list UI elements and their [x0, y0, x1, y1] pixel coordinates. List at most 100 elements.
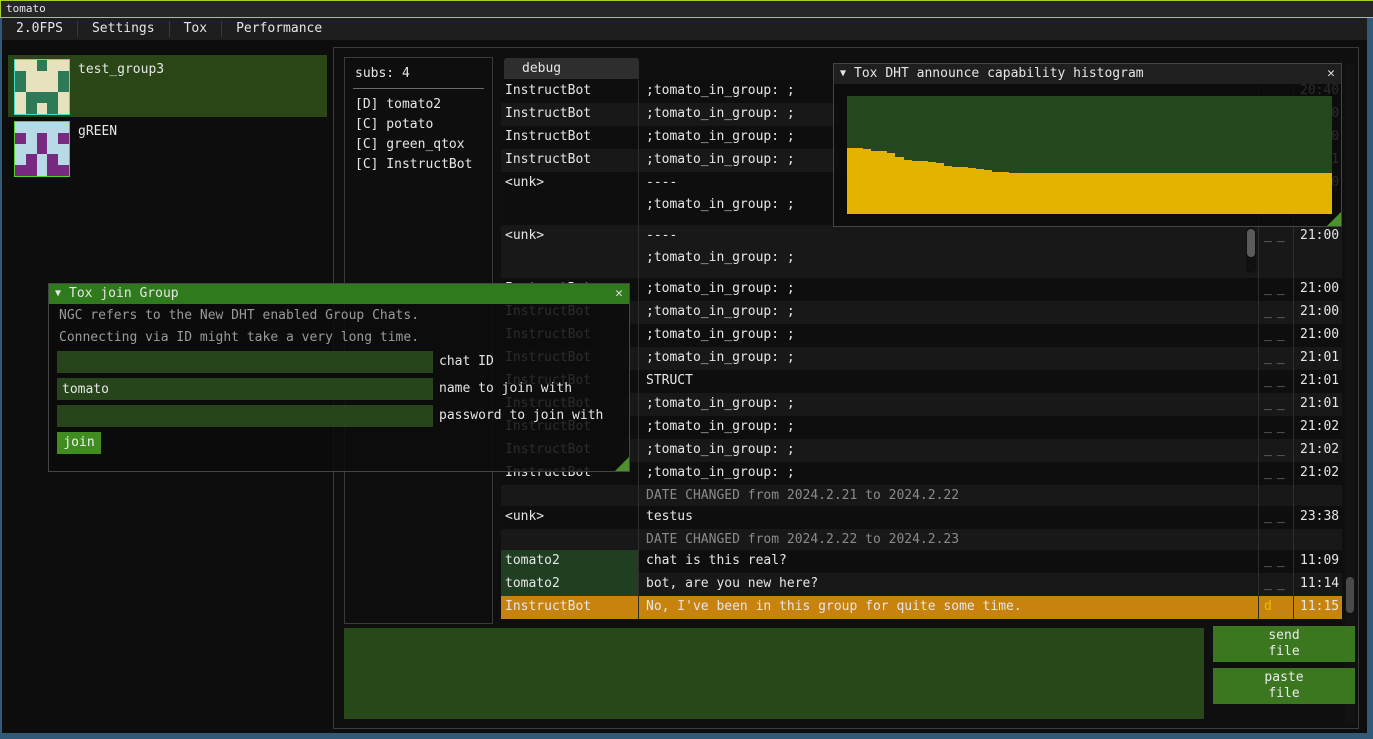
flag: _ [1264, 278, 1272, 301]
flag: _ [1277, 347, 1285, 370]
histogram-bar [1316, 173, 1324, 214]
join-name-input[interactable] [57, 378, 433, 400]
message-scrollbar[interactable] [1246, 227, 1256, 273]
member-item[interactable]: [C] green_qtox [345, 135, 492, 155]
fps-indicator: 2.0FPS [2, 18, 77, 40]
join-password-input[interactable] [57, 405, 433, 427]
message-text: No, I've been in this group for quite so… [638, 596, 1258, 619]
scrollbar-grabber[interactable] [1346, 577, 1354, 613]
avatar-pixel [37, 154, 48, 165]
os-titlebar[interactable]: tomato [0, 0, 1373, 18]
timestamp: 21:01 [1293, 393, 1342, 416]
histogram-bar [1227, 173, 1235, 214]
histogram-bar [855, 148, 863, 214]
histogram-bar [1283, 173, 1291, 214]
sender-name: tomato2 [501, 550, 638, 573]
flag: _ [1264, 324, 1272, 347]
sender-name: InstructBot [501, 80, 638, 103]
window-titlebar[interactable]: ▼ Tox DHT announce capability histogram … [834, 64, 1341, 84]
avatar-pixel [58, 144, 69, 155]
flag: _ [1264, 573, 1272, 596]
table-row[interactable]: tomato2chat is this real?__11:09 [501, 550, 1342, 573]
window-titlebar[interactable]: ▼ Tox join Group ✕ [49, 284, 629, 304]
menu-settings[interactable]: Settings [78, 18, 169, 40]
flag: _ [1277, 550, 1285, 573]
sender-name: InstructBot [501, 103, 638, 126]
flag: _ [1277, 596, 1285, 619]
separator [353, 88, 484, 89]
avatar-pixel [26, 144, 37, 155]
send-file-button[interactable]: send file [1213, 626, 1355, 662]
avatar-pixel [47, 92, 58, 103]
group-item-gREEN[interactable]: gREEN [8, 117, 327, 179]
table-row[interactable]: InstructBotNo, I've been in this group f… [501, 596, 1342, 619]
system-row[interactable]: DATE CHANGED from 2024.2.21 to 2024.2.22 [501, 485, 1342, 506]
avatar-pixel [47, 82, 58, 93]
timestamp: 21:02 [1293, 439, 1342, 462]
menu-tox[interactable]: Tox [170, 18, 221, 40]
avatar-pixel [15, 144, 26, 155]
histogram-bar [984, 170, 992, 214]
histogram-bar [1259, 173, 1267, 214]
table-row[interactable]: tomato2bot, are you new here?__11:14 [501, 573, 1342, 596]
system-row[interactable]: DATE CHANGED from 2024.2.22 to 2024.2.23 [501, 529, 1342, 550]
message-text: STRUCT [638, 370, 1258, 393]
resize-grip[interactable] [615, 457, 629, 471]
histogram-bar [1299, 173, 1307, 214]
histogram-bar [1251, 173, 1259, 214]
dht-capability-histogram [847, 96, 1332, 214]
avatar-pixel [26, 103, 37, 114]
avatar-pixel [37, 103, 48, 114]
group-item-test_group3[interactable]: test_group3 [8, 55, 327, 117]
message-text: ;tomato_in_group: ; [638, 301, 1258, 324]
close-icon[interactable]: ✕ [1327, 64, 1335, 84]
dht-histogram-window: ▼ Tox DHT announce capability histogram … [833, 63, 1342, 227]
avatar-pixel [58, 154, 69, 165]
timestamp: 21:01 [1293, 347, 1342, 370]
message-flags: __ [1258, 347, 1293, 370]
chat-id-input[interactable] [57, 351, 433, 373]
scrollbar-grabber[interactable] [1247, 229, 1255, 257]
flag: _ [1264, 550, 1272, 573]
histogram-bar [1033, 173, 1041, 214]
join-name-label: name to join with [439, 378, 572, 400]
avatar-pixel [26, 71, 37, 82]
tab-debug[interactable]: debug [504, 58, 639, 79]
member-item[interactable]: [D] tomato2 [345, 95, 492, 115]
menu-performance[interactable]: Performance [222, 18, 336, 40]
avatar-pixel [58, 82, 69, 93]
histogram-bar [1049, 173, 1057, 214]
histogram-bar [1267, 173, 1275, 214]
paste-file-button[interactable]: paste file [1213, 668, 1355, 704]
resize-grip[interactable] [1327, 212, 1341, 226]
avatar-pixel [26, 165, 37, 176]
message-text: ;tomato_in_group: ; [638, 278, 1258, 301]
message-input[interactable] [344, 628, 1204, 719]
sender-name [501, 485, 638, 506]
avatar-pixel [37, 144, 48, 155]
sender-name: tomato2 [501, 573, 638, 596]
member-item[interactable]: [C] InstructBot [345, 155, 492, 175]
avatar-pixel [15, 133, 26, 144]
histogram-bar [952, 167, 960, 214]
member-item[interactable]: [C] potato [345, 115, 492, 135]
table-row[interactable]: <unk>---- ;tomato_in_group: ; ----__21:0… [501, 225, 1342, 278]
sender-name [501, 529, 638, 550]
join-button[interactable]: join [57, 432, 101, 454]
histogram-bar [1138, 173, 1146, 214]
message-text: ;tomato_in_group: ; [638, 416, 1258, 439]
histogram-bar [1186, 173, 1194, 214]
timestamp: 21:02 [1293, 416, 1342, 439]
sender-name: InstructBot [501, 149, 638, 172]
sender-name: <unk> [501, 225, 638, 278]
flag: _ [1277, 370, 1285, 393]
histogram-bar [1324, 173, 1332, 214]
desktop-edge [1367, 18, 1373, 733]
message-flags: __ [1258, 550, 1293, 573]
table-row[interactable]: <unk>testus__23:38 [501, 506, 1342, 529]
chat-scrollbar[interactable] [1345, 64, 1355, 724]
message-text: bot, are you new here? [638, 573, 1258, 596]
avatar-pixel [58, 71, 69, 82]
close-icon[interactable]: ✕ [615, 284, 623, 304]
avatar-pixel [37, 133, 48, 144]
